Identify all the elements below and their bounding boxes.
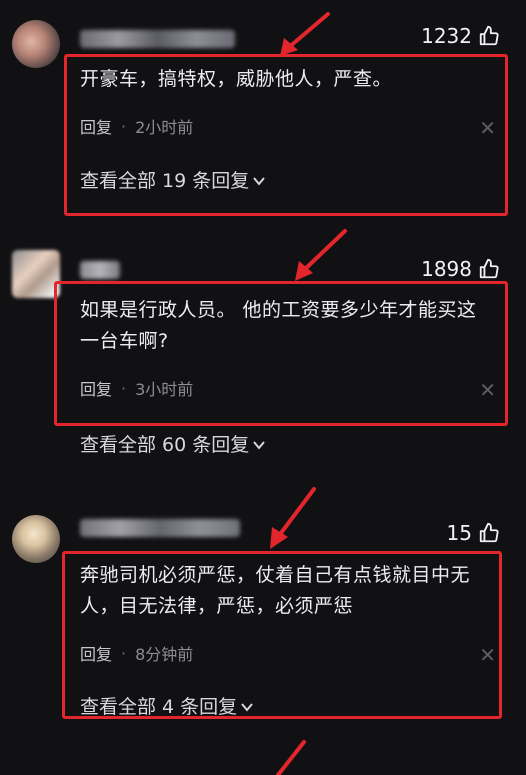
red-arrow-icon [280, 12, 330, 56]
like-count-value: 1232 [421, 24, 472, 48]
username-blurred[interactable] [80, 519, 240, 537]
reply-button[interactable]: 回复 [80, 641, 112, 665]
like-count[interactable]: 15 [447, 521, 500, 545]
comment-text: 奔驰司机必须严惩，仗着自己有点钱就目中无人，目无法律，严惩，必须严惩 [80, 564, 471, 617]
comment-feed: 1232 开豪车，搞特权，威胁他人，严查。 回复 · 2小时前 ✕ 查看全部 1… [0, 0, 526, 775]
comment-time: 8分钟前 [135, 645, 194, 664]
close-icon[interactable]: ✕ [479, 378, 496, 402]
red-arrow-icon [276, 740, 306, 775]
avatar[interactable] [12, 515, 60, 563]
comment-time: 2小时前 [135, 118, 194, 137]
red-arrow-icon [295, 229, 347, 281]
avatar[interactable] [12, 20, 60, 68]
separator-dot: · [121, 378, 127, 398]
comment-meta: 回复 · 8分钟前 [80, 641, 193, 665]
chevron-down-icon [253, 440, 266, 450]
view-all-replies-label: 查看全部 19 条回复 [80, 170, 250, 192]
comment-item: 1232 开豪车，搞特权，威胁他人，严查。 回复 · 2小时前 ✕ 查看全部 1… [0, 0, 526, 220]
like-count-value: 1898 [421, 257, 472, 281]
comment-text: 如果是行政人员。 他的工资要多少年才能买这一台车啊? [80, 299, 477, 352]
thumbs-up-icon [479, 522, 499, 543]
comment-meta: 回复 · 2小时前 [80, 114, 193, 138]
view-all-replies-link[interactable]: 查看全部 4 条回复 [80, 692, 254, 719]
avatar[interactable] [12, 250, 60, 298]
comment-time: 3小时前 [135, 380, 194, 399]
close-icon[interactable]: ✕ [479, 643, 496, 667]
view-all-replies-label: 查看全部 60 条回复 [80, 434, 250, 456]
chevron-down-icon [253, 176, 266, 186]
username-blurred[interactable] [80, 30, 235, 48]
reply-button[interactable]: 回复 [80, 376, 112, 400]
view-all-replies-link[interactable]: 查看全部 19 条回复 [80, 166, 266, 193]
like-count-value: 15 [446, 521, 472, 545]
thumbs-up-icon [479, 258, 499, 279]
separator-dot: · [121, 643, 127, 663]
comment-item: 15 奔驰司机必须严惩，仗着自己有点钱就目中无人，目无法律，严惩，必须严惩 回复… [0, 485, 526, 735]
thumbs-up-icon [479, 25, 499, 46]
like-count[interactable]: 1232 [421, 24, 500, 48]
comment-text: 开豪车，搞特权，威胁他人，严查。 [80, 68, 393, 90]
like-count[interactable]: 1898 [421, 257, 500, 281]
comment-item: 1898 如果是行政人员。 他的工资要多少年才能买这一台车啊? 回复 · 3小时… [0, 225, 526, 485]
view-all-replies-label: 查看全部 4 条回复 [80, 696, 238, 718]
close-icon[interactable]: ✕ [479, 116, 496, 140]
red-arrow-icon [270, 487, 316, 549]
comment-meta: 回复 · 3小时前 [80, 376, 193, 400]
separator-dot: · [121, 116, 127, 136]
username-blurred[interactable] [80, 261, 120, 279]
reply-button[interactable]: 回复 [80, 114, 112, 138]
chevron-down-icon [241, 702, 253, 712]
view-all-replies-link[interactable]: 查看全部 60 条回复 [80, 430, 266, 457]
